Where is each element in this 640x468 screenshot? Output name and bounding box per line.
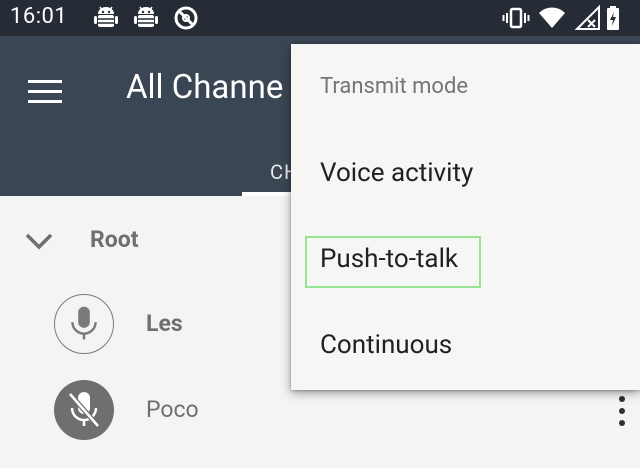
transmit-mode-menu: Transmit mode Voice activity Push-to-tal… xyxy=(291,44,640,390)
menu-item-continuous[interactable]: Continuous xyxy=(320,330,452,360)
root-channel-label: Root xyxy=(90,226,139,253)
microphone-muted-icon xyxy=(54,380,114,440)
user-name-les: Les xyxy=(146,310,183,337)
vibrate-icon xyxy=(502,4,530,32)
battery-icon xyxy=(602,4,630,32)
microphone-icon xyxy=(54,294,114,354)
android-debug-icon xyxy=(92,4,120,32)
wifi-icon xyxy=(538,4,566,32)
status-bar: 16:01 xyxy=(0,0,640,36)
signal-icon xyxy=(574,4,602,32)
menu-header: Transmit mode xyxy=(320,74,469,99)
menu-item-voice-activity[interactable]: Voice activity xyxy=(320,158,473,188)
menu-item-push-to-talk[interactable]: Push-to-talk xyxy=(320,244,458,274)
hamburger-menu-icon[interactable] xyxy=(22,74,70,122)
android-debug-icon xyxy=(132,4,160,32)
app-title: All Channe xyxy=(126,68,284,107)
user-name-poco: Poco xyxy=(146,396,199,423)
more-options-icon[interactable] xyxy=(610,392,634,432)
no-disturb-icon xyxy=(172,4,200,32)
status-time: 16:01 xyxy=(10,4,68,29)
chevron-down-icon[interactable] xyxy=(24,226,54,256)
